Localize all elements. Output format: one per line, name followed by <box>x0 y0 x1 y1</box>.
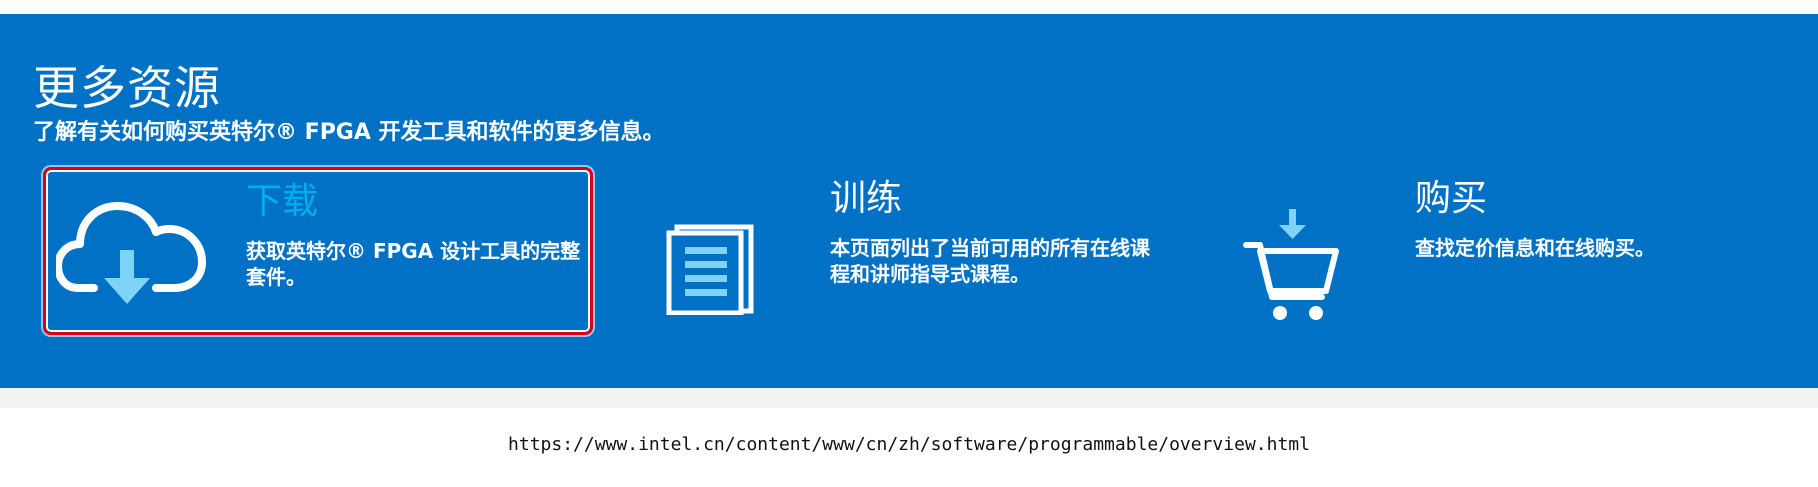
card-buy[interactable]: 购买 查找定价信息和在线购买。 <box>1210 167 1770 335</box>
shopping-cart-icon <box>1242 207 1342 329</box>
section-subtitle: 了解有关如何购买英特尔® FPGA 开发工具和软件的更多信息。 <box>33 120 665 145</box>
card-training-title[interactable]: 训练 <box>830 179 1160 219</box>
footer-strip <box>0 388 1818 408</box>
card-training[interactable]: 训练 本页面列出了当前可用的所有在线课程和讲师指导式课程。 <box>625 167 1185 335</box>
page: 更多资源 了解有关如何购买英特尔® FPGA 开发工具和软件的更多信息。 下载 … <box>0 0 1818 487</box>
card-buy-description: 查找定价信息和在线购买。 <box>1415 236 1655 260</box>
card-buy-text: 购买 查找定价信息和在线购买。 <box>1415 179 1755 261</box>
section-title: 更多资源 <box>33 61 221 115</box>
card-download-description: 获取英特尔® FPGA 设计工具的完整套件。 <box>246 239 581 289</box>
card-download-title[interactable]: 下载 <box>246 182 586 222</box>
card-training-text: 训练 本页面列出了当前可用的所有在线课程和讲师指导式课程。 <box>830 179 1160 287</box>
card-buy-title[interactable]: 购买 <box>1415 179 1755 219</box>
cloud-download-icon <box>54 192 206 316</box>
card-download-text: 下载 获取英特尔® FPGA 设计工具的完整套件。 <box>246 182 586 290</box>
card-download[interactable]: 下载 获取英特尔® FPGA 设计工具的完整套件。 <box>43 167 593 335</box>
book-icon <box>665 223 755 319</box>
more-resources-section: 更多资源 了解有关如何购买英特尔® FPGA 开发工具和软件的更多信息。 下载 … <box>0 14 1818 388</box>
card-training-description: 本页面列出了当前可用的所有在线课程和讲师指导式课程。 <box>830 236 1150 286</box>
page-url: https://www.intel.cn/content/www/cn/zh/s… <box>508 434 1310 455</box>
